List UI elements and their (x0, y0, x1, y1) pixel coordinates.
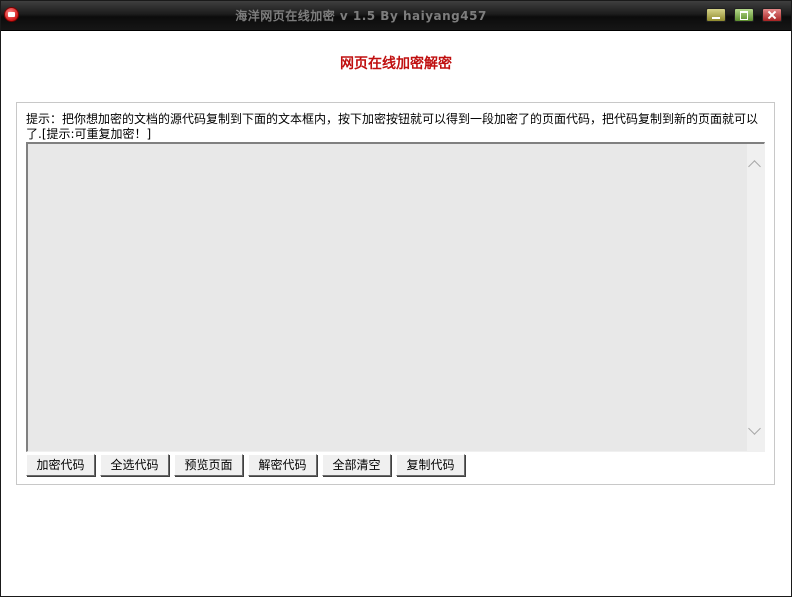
window-title: 海洋网页在线加密 v 1.5 By haiyang457 (235, 9, 487, 23)
select-all-button[interactable]: 全选代码 (100, 454, 169, 476)
hint-text: 提示：把你想加密的文档的源代码复制到下面的文本框内，按下加密按钮就可以得到一段加… (26, 112, 759, 141)
main-panel: 提示：把你想加密的文档的源代码复制到下面的文本框内，按下加密按钮就可以得到一段加… (16, 102, 775, 485)
preview-button[interactable]: 预览页面 (174, 454, 243, 476)
minimize-button[interactable] (706, 8, 726, 22)
vertical-scrollbar[interactable] (747, 144, 764, 451)
app-window: 海洋网页在线加密 v 1.5 By haiyang457 网页在线加密解密 提示… (0, 0, 792, 597)
title-bar[interactable]: 海洋网页在线加密 v 1.5 By haiyang457 (1, 1, 791, 31)
copy-button[interactable]: 复制代码 (396, 454, 465, 476)
clear-all-button[interactable]: 全部清空 (322, 454, 391, 476)
page-title: 网页在线加密解密 (340, 56, 452, 72)
maximize-button[interactable] (734, 8, 754, 22)
decrypt-button[interactable]: 解密代码 (248, 454, 317, 476)
close-button[interactable] (762, 8, 782, 22)
scroll-up-arrow-icon[interactable] (748, 160, 761, 173)
encrypt-button[interactable]: 加密代码 (26, 454, 95, 476)
scroll-down-arrow-icon[interactable] (748, 422, 761, 435)
code-textarea[interactable] (26, 142, 765, 452)
